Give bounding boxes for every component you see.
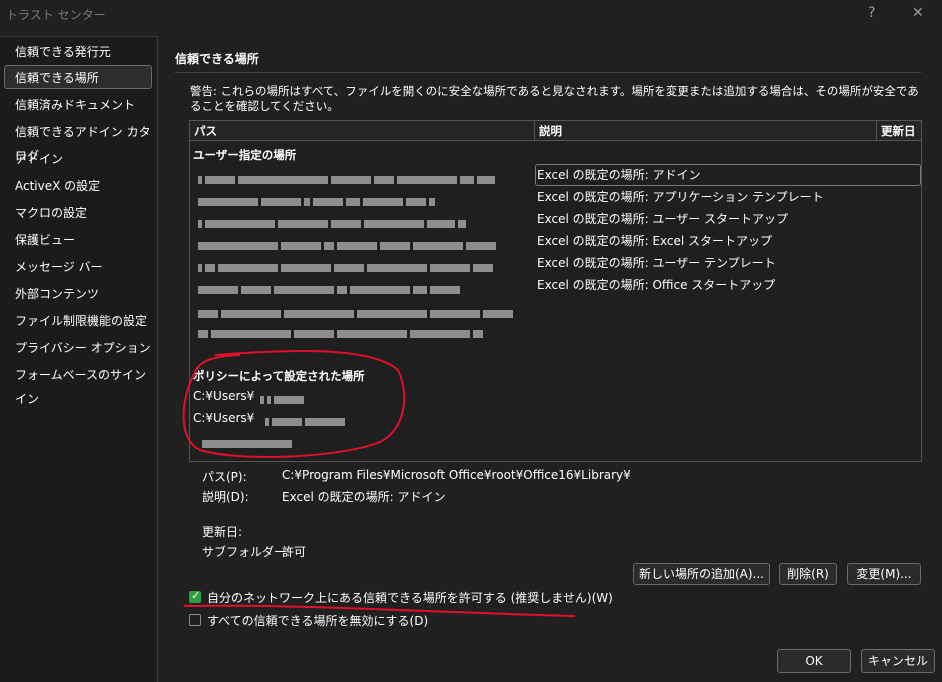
allow-network-checkbox[interactable] — [189, 589, 201, 603]
sidebar-item-trusted-documents[interactable]: 信頼済みドキュメント — [4, 92, 152, 116]
date-label: 更新日: — [202, 525, 243, 539]
column-header-date[interactable]: 更新日 — [877, 121, 921, 141]
table-row[interactable]: Excel の既定の場所: アドイン — [537, 164, 700, 186]
redacted-path — [198, 239, 499, 250]
table-row[interactable]: C:¥Users¥ — [193, 389, 254, 403]
title-bar: トラスト センター ? ✕ — [0, 0, 942, 28]
table-row[interactable]: Excel の既定の場所: アプリケーション テンプレート — [537, 186, 824, 208]
sidebar: 信頼できる発行元 信頼できる場所 信頼済みドキュメント 信頼できるアドイン カタ… — [0, 36, 158, 682]
section-title: 信頼できる場所 — [175, 52, 259, 66]
subfolder-value: 許可 — [282, 545, 307, 559]
add-location-button[interactable]: 新しい場所の追加(A)... — [633, 563, 770, 585]
table-row[interactable]: Excel の既定の場所: Office スタートアップ — [537, 274, 775, 296]
table-row[interactable]: C:¥Users¥ — [193, 411, 254, 425]
remove-button[interactable]: 削除(R) — [779, 563, 837, 585]
description-label: 説明(D): — [202, 490, 249, 504]
allow-network-label[interactable]: 自分のネットワーク上にある信頼できる場所を許可する (推奨しません)(W) — [207, 589, 613, 606]
redacted-path — [202, 437, 295, 448]
cancel-button[interactable]: キャンセル — [861, 649, 935, 673]
redacted-path — [198, 283, 463, 294]
sidebar-item-macro[interactable]: マクロの設定 — [4, 200, 152, 224]
description-value: Excel の既定の場所: アドイン — [282, 490, 446, 504]
disable-all-checkbox[interactable] — [189, 614, 201, 626]
modify-button[interactable]: 変更(M)... — [847, 563, 921, 585]
sidebar-item-trusted-locations[interactable]: 信頼できる場所 — [4, 65, 152, 89]
redacted-path — [265, 415, 348, 426]
subfolder-label: サブフォルダー: — [202, 545, 291, 559]
window-title: トラスト センター — [6, 8, 106, 22]
table-row[interactable]: Excel の既定の場所: ユーザー スタートアップ — [537, 208, 788, 230]
redacted-path — [260, 393, 307, 404]
table-row[interactable]: Excel の既定の場所: ユーザー テンプレート — [537, 252, 776, 274]
redacted-path — [198, 307, 516, 318]
sidebar-item-protected-view[interactable]: 保護ビュー — [4, 227, 152, 251]
disable-all-label[interactable]: すべての信頼できる場所を無効にする(D) — [207, 612, 428, 629]
redacted-path — [198, 327, 486, 338]
path-value: C:¥Program Files¥Microsoft Office¥root¥O… — [282, 468, 631, 482]
redacted-path — [198, 173, 498, 184]
sidebar-item-form-signin[interactable]: フォームベースのサインイン — [4, 362, 152, 406]
column-header-description[interactable]: 説明 — [535, 121, 877, 141]
sidebar-item-external-content[interactable]: 外部コンテンツ — [4, 281, 152, 305]
group-policy-locations: ポリシーによって設定された場所 — [193, 369, 365, 383]
table-row[interactable]: Excel の既定の場所: Excel スタートアップ — [537, 230, 772, 252]
warning-text: 警告: これらの場所はすべて、ファイルを開くのに安全な場所であると見なされます。… — [190, 84, 919, 113]
close-icon[interactable]: ✕ — [912, 5, 924, 21]
redacted-path — [198, 195, 438, 206]
help-icon[interactable]: ? — [868, 5, 875, 21]
sidebar-item-privacy[interactable]: プライバシー オプション — [4, 335, 152, 359]
ok-button[interactable]: OK — [777, 649, 851, 673]
sidebar-item-addin-catalogs[interactable]: 信頼できるアドイン カタログ — [4, 119, 152, 163]
group-user-locations: ユーザー指定の場所 — [193, 148, 297, 162]
sidebar-item-message-bar[interactable]: メッセージ バー — [4, 254, 152, 278]
sidebar-item-file-block[interactable]: ファイル制限機能の設定 — [4, 308, 152, 332]
sidebar-item-trusted-publishers[interactable]: 信頼できる発行元 — [4, 39, 152, 63]
locations-list[interactable]: パス 説明 更新日 ユーザー指定の場所 Excel の既定の場所: アドイン E… — [189, 120, 922, 462]
sidebar-item-activex[interactable]: ActiveX の設定 — [4, 173, 152, 197]
sidebar-item-addins[interactable]: アドイン — [4, 146, 152, 170]
redacted-path — [198, 261, 496, 272]
path-label: パス(P): — [202, 470, 247, 484]
section-divider — [175, 72, 921, 73]
redacted-path — [198, 217, 469, 228]
column-header-path[interactable]: パス — [190, 121, 535, 141]
